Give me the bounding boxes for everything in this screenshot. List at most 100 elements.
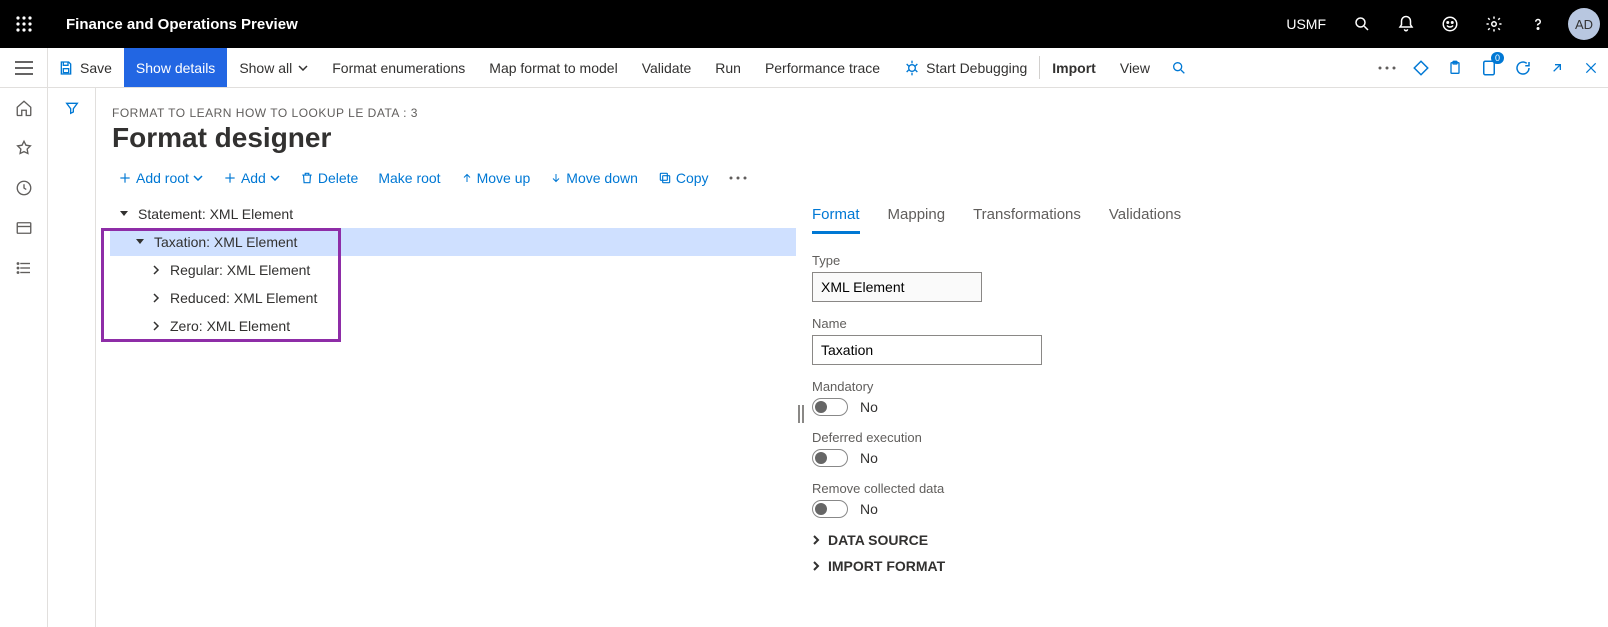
remove-label: Remove collected data — [812, 481, 1588, 496]
splitter-handle[interactable] — [796, 200, 806, 627]
move-up-button[interactable]: Move up — [453, 166, 539, 190]
view-button[interactable]: View — [1108, 48, 1162, 87]
run-button[interactable]: Run — [703, 48, 753, 87]
diamond-icon — [1412, 59, 1430, 77]
attach-button[interactable] — [1438, 48, 1472, 87]
tree-row-statement[interactable]: Statement: XML Element — [110, 200, 796, 228]
tree-label: Statement: XML Element — [132, 206, 293, 222]
show-details-button[interactable]: Show details — [124, 48, 227, 87]
filter-icon — [64, 100, 80, 116]
detail-tabs: Format Mapping Transformations Validatio… — [812, 200, 1588, 235]
start-debugging-button[interactable]: Start Debugging — [892, 48, 1039, 87]
breadcrumb: FORMAT TO LEARN HOW TO LOOKUP LE DATA : … — [96, 88, 1608, 120]
add-button[interactable]: Add — [215, 166, 288, 190]
deferred-label: Deferred execution — [812, 430, 1588, 445]
map-format-button[interactable]: Map format to model — [477, 48, 629, 87]
caret-collapsed-icon[interactable] — [148, 265, 164, 275]
caret-expanded-icon[interactable] — [132, 237, 148, 247]
format-enumerations-button[interactable]: Format enumerations — [320, 48, 477, 87]
chevron-right-icon — [812, 561, 820, 571]
move-up-label: Move up — [477, 170, 531, 186]
section-import-label: IMPORT FORMAT — [828, 558, 945, 574]
delete-button[interactable]: Delete — [292, 166, 366, 190]
feedback-button[interactable] — [1428, 0, 1472, 48]
save-button[interactable]: Save — [48, 48, 124, 87]
nav-toggle-button[interactable] — [0, 48, 48, 87]
modules-nav[interactable] — [0, 248, 48, 288]
home-nav[interactable] — [0, 88, 48, 128]
add-label: Add — [241, 170, 266, 186]
pin-button[interactable] — [1404, 48, 1438, 87]
tree-row-reduced[interactable]: Reduced: XML Element — [110, 284, 796, 312]
recent-nav[interactable] — [0, 168, 48, 208]
section-data-source[interactable]: DATA SOURCE — [812, 532, 1588, 548]
delete-label: Delete — [318, 170, 358, 186]
help-button[interactable] — [1516, 0, 1560, 48]
designer-overflow-button[interactable] — [721, 172, 755, 184]
import-button[interactable]: Import — [1040, 48, 1108, 87]
name-input[interactable] — [812, 335, 1042, 365]
show-all-button[interactable]: Show all — [227, 48, 320, 87]
workspaces-nav[interactable] — [0, 208, 48, 248]
tab-transformations[interactable]: Transformations — [973, 200, 1081, 234]
detail-pane: Format Mapping Transformations Validatio… — [806, 200, 1608, 627]
tree-pane: Statement: XML Element Taxation: XML Ele… — [96, 200, 796, 627]
search-icon — [1353, 15, 1371, 33]
plus-icon — [223, 171, 237, 185]
close-button[interactable] — [1574, 48, 1608, 87]
app-launcher-button[interactable] — [0, 0, 48, 48]
type-input[interactable] — [812, 272, 982, 302]
tab-validations[interactable]: Validations — [1109, 200, 1181, 234]
filter-button[interactable] — [48, 88, 96, 128]
refresh-button[interactable] — [1506, 48, 1540, 87]
field-remove: Remove collected data No — [812, 481, 1588, 518]
name-label: Name — [812, 316, 1588, 331]
section-import-format[interactable]: IMPORT FORMAT — [812, 558, 1588, 574]
notifications-button[interactable] — [1384, 0, 1428, 48]
performance-trace-button[interactable]: Performance trace — [753, 48, 892, 87]
section-ds-label: DATA SOURCE — [828, 532, 928, 548]
move-down-button[interactable]: Move down — [542, 166, 646, 190]
add-root-button[interactable]: Add root — [110, 166, 211, 190]
notification-count: 0 — [1491, 52, 1504, 64]
tree-label: Zero: XML Element — [164, 318, 290, 334]
mandatory-label: Mandatory — [812, 379, 1588, 394]
settings-button[interactable] — [1472, 0, 1516, 48]
caret-collapsed-icon[interactable] — [148, 293, 164, 303]
close-icon — [1584, 61, 1598, 75]
overflow-button[interactable] — [1370, 48, 1404, 87]
field-mandatory: Mandatory No — [812, 379, 1588, 416]
chevron-down-icon — [270, 175, 280, 181]
notification-badge-button[interactable]: 0 — [1472, 48, 1506, 87]
left-nav-rail — [0, 88, 48, 627]
make-root-button[interactable]: Make root — [370, 166, 448, 190]
caret-collapsed-icon[interactable] — [148, 321, 164, 331]
tab-format[interactable]: Format — [812, 200, 860, 234]
tree-row-zero[interactable]: Zero: XML Element — [110, 312, 796, 340]
tab-mapping[interactable]: Mapping — [888, 200, 946, 234]
validate-button[interactable]: Validate — [630, 48, 704, 87]
tree-row-taxation[interactable]: Taxation: XML Element — [110, 228, 796, 256]
popout-button[interactable] — [1540, 48, 1574, 87]
user-avatar[interactable]: AD — [1568, 8, 1600, 40]
designer-area: Statement: XML Element Taxation: XML Ele… — [96, 200, 1608, 627]
action-bar: Save Show details Show all Format enumer… — [0, 48, 1608, 88]
tree-row-regular[interactable]: Regular: XML Element — [110, 256, 796, 284]
import-label: Import — [1052, 60, 1096, 76]
search-button[interactable] — [1340, 0, 1384, 48]
remove-toggle[interactable] — [812, 500, 848, 518]
move-down-label: Move down — [566, 170, 638, 186]
command-search-button[interactable] — [1162, 48, 1196, 87]
environment-label: USMF — [1272, 16, 1340, 32]
home-icon — [15, 99, 33, 117]
favorites-nav[interactable] — [0, 128, 48, 168]
field-name: Name — [812, 316, 1588, 365]
more-icon — [1378, 66, 1396, 70]
mandatory-value: No — [860, 399, 878, 415]
caret-expanded-icon[interactable] — [116, 209, 132, 219]
deferred-toggle[interactable] — [812, 449, 848, 467]
mandatory-toggle[interactable] — [812, 398, 848, 416]
remove-value: No — [860, 501, 878, 517]
copy-button[interactable]: Copy — [650, 166, 717, 190]
star-icon — [15, 139, 33, 157]
